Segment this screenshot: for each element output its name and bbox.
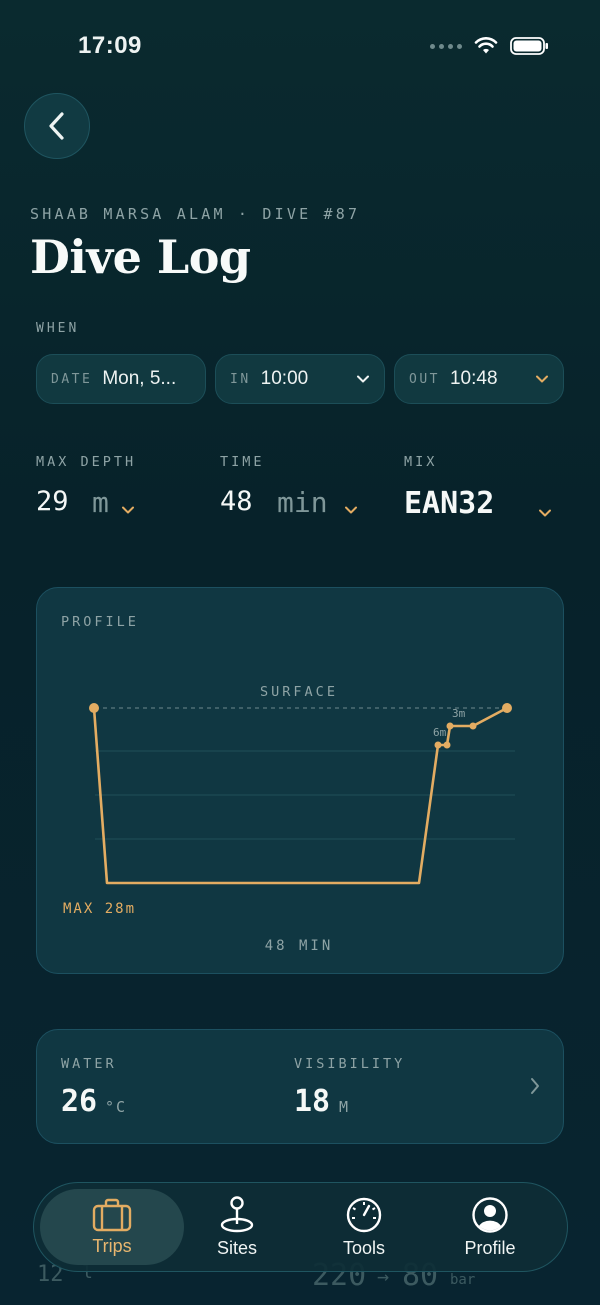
dive-site-eyebrow: SHAAB MARSA ALAM · DIVE #87 (30, 205, 361, 223)
gauge-icon (346, 1197, 382, 1232)
page-title: Dive Log (30, 230, 251, 284)
tab-sites[interactable]: Sites (174, 1189, 300, 1265)
duration-label: 48 MIN (265, 938, 334, 954)
time-in-picker[interactable]: IN 10:00 (215, 354, 385, 404)
status-icons (430, 36, 550, 56)
date-value: Mon, 5... (102, 368, 177, 389)
tab-trips[interactable]: Trips (40, 1189, 184, 1265)
surface-label: SURFACE (260, 684, 338, 700)
max-depth-unit-dropdown[interactable] (121, 503, 135, 517)
visibility-unit: M (339, 1098, 351, 1116)
time-out-picker[interactable]: OUT 10:48 (394, 354, 564, 404)
tab-label: Sites (216, 1237, 258, 1258)
end-point (502, 703, 512, 713)
conditions-card[interactable]: WATER 26 °C VISIBILITY 18 M (36, 1029, 564, 1144)
mix-dropdown[interactable] (538, 506, 552, 520)
tab-label: Profile (464, 1237, 516, 1258)
date-label: DATE (51, 371, 93, 387)
max-depth-value[interactable]: 29 (36, 486, 69, 517)
visibility-value: 18 (294, 1084, 331, 1119)
chevron-down-icon (357, 375, 369, 383)
chevron-right-icon (531, 1078, 539, 1094)
dive-profile-chart: SURFACE 6m 3m MAX 28m 48 MIN (63, 684, 515, 954)
water-unit: °C (105, 1098, 128, 1116)
visibility-label: VISIBILITY (294, 1056, 406, 1072)
water-label: WATER (61, 1056, 117, 1072)
tab-tools[interactable]: Tools (301, 1189, 427, 1265)
tab-bar: Trips Sites Tools Profile (33, 1182, 568, 1272)
time-in-value: 10:00 (260, 368, 309, 389)
profile-card[interactable]: PROFILE SURFACE 6m 3m MAX 28m 48 MIN (36, 587, 564, 974)
stop-point (446, 722, 454, 730)
stop-point (469, 722, 477, 730)
stop-point (443, 741, 451, 749)
stop-label-6m: 6m (433, 726, 447, 739)
time-value[interactable]: 48 (220, 486, 253, 517)
status-time: 17:09 (78, 32, 142, 59)
time-in-label: IN (230, 371, 251, 387)
wifi-icon (474, 37, 498, 54)
mix-value[interactable]: EAN32 (404, 486, 494, 521)
start-point (89, 703, 99, 713)
pressure-unit: bar (450, 1272, 476, 1288)
briefcase-icon (92, 1198, 132, 1231)
tab-label: Tools (342, 1237, 386, 1258)
back-button[interactable] (24, 93, 90, 159)
map-pin-icon (220, 1195, 254, 1232)
tab-profile[interactable]: Profile (427, 1189, 553, 1265)
tab-label: Trips (92, 1235, 132, 1256)
dive-log-screen: 17:09 SHAAB MARSA ALAM · DIVE #87 Dive L… (0, 0, 600, 1305)
stop-label-3m: 3m (452, 707, 466, 720)
max-depth-label: MAX DEPTH (36, 454, 137, 470)
stop-point (434, 741, 442, 749)
cellular-signal-icon (430, 43, 462, 49)
max-depth-unit: m (92, 486, 109, 519)
mix-label: MIX (404, 454, 438, 470)
time-unit: min (277, 486, 328, 519)
max-depth-marker: MAX 28m (63, 901, 136, 917)
time-out-value: 10:48 (449, 368, 498, 389)
time-out-label: OUT (409, 371, 440, 387)
battery-icon (510, 37, 548, 55)
chevron-left-icon (49, 112, 64, 140)
water-value: 26 (61, 1084, 98, 1119)
user-circle-icon (472, 1196, 508, 1233)
time-label: TIME (220, 454, 265, 470)
date-picker[interactable]: DATE Mon, 5... (36, 354, 206, 404)
chevron-down-icon (536, 375, 548, 383)
time-unit-dropdown[interactable] (344, 503, 358, 517)
when-label: WHEN (36, 321, 80, 336)
